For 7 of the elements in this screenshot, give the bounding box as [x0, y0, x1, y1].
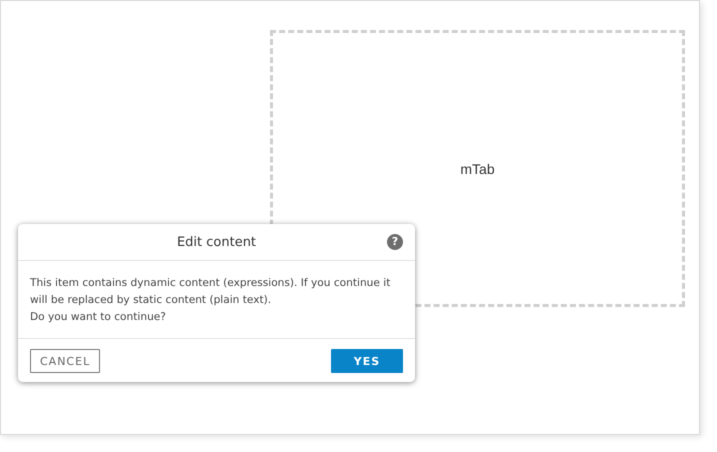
- cancel-button[interactable]: CANCEL: [30, 349, 100, 373]
- dialog-message: This item contains dynamic content (expressions). If you continue it will be replaced by static content (plain text).: [30, 276, 392, 308]
- dialog-message: Do you want to continue?: [30, 310, 167, 325]
- dialog-title: Edit content: [176, 234, 256, 250]
- help-icon[interactable]: ?: [387, 234, 403, 250]
- placeholder-label: mTab: [460, 161, 495, 179]
- confirm-button[interactable]: YES: [331, 349, 403, 373]
